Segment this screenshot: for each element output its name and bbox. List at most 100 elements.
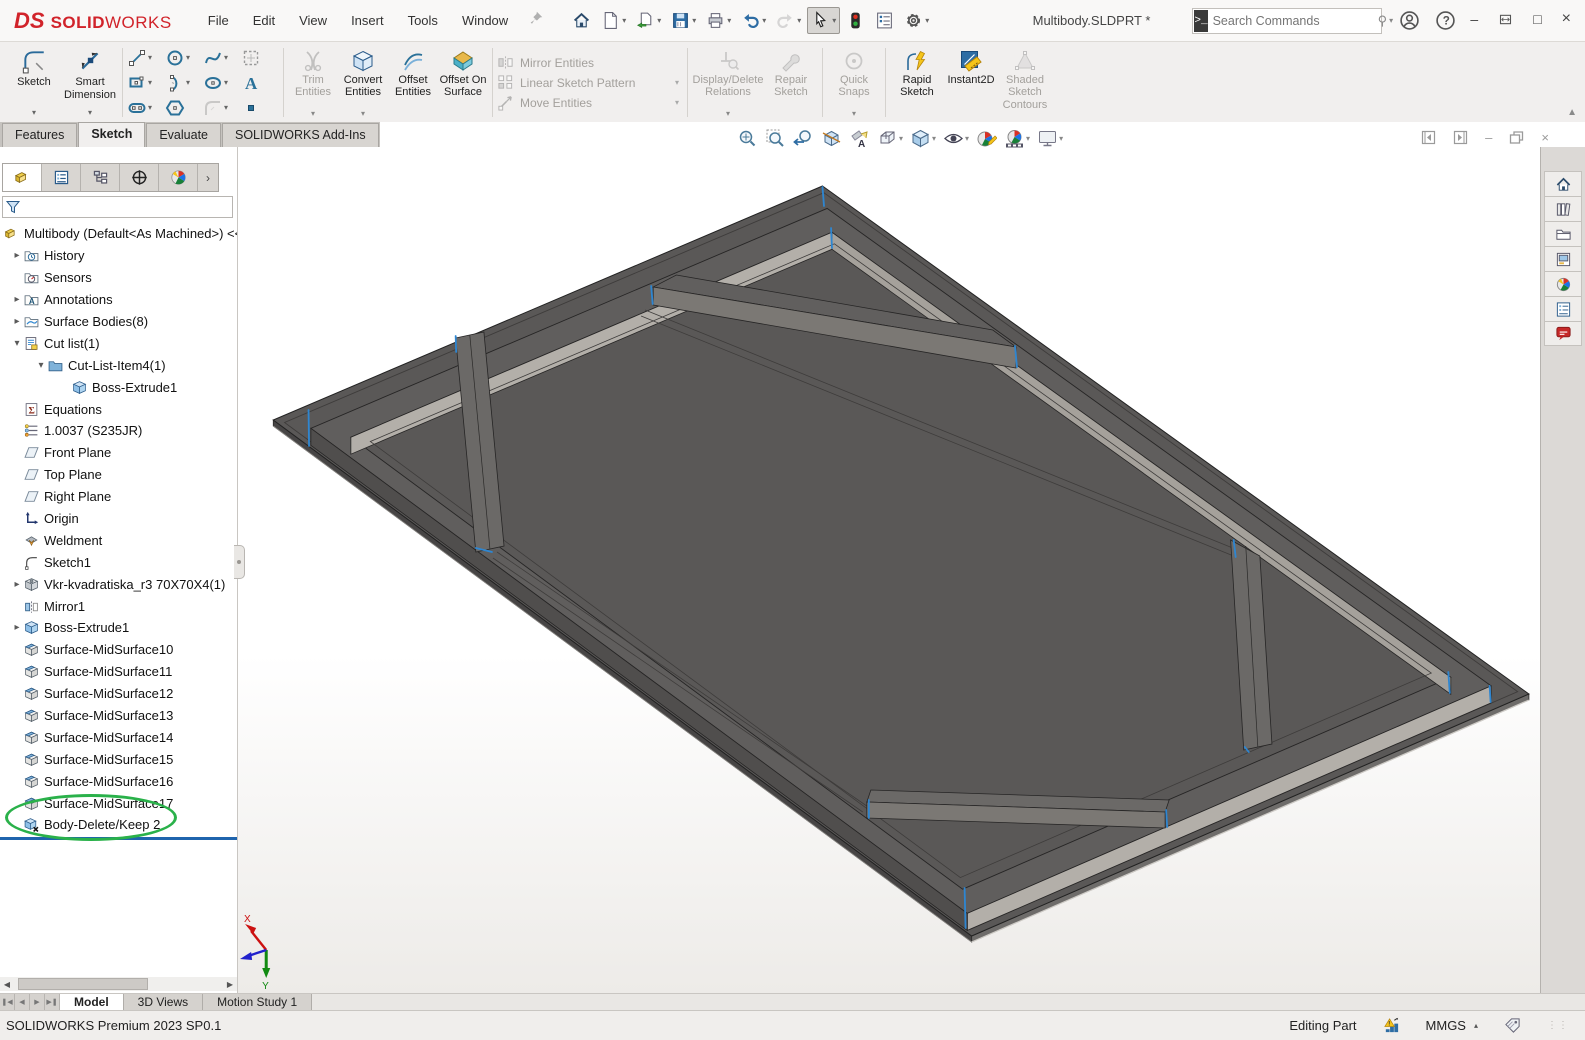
nav-last-button[interactable]: ▶❚ bbox=[45, 994, 60, 1010]
tree-item-cut-list-1-[interactable]: ▾Cut list(1) bbox=[0, 332, 237, 354]
file-properties-button[interactable] bbox=[871, 7, 898, 34]
tree-expand-arrow[interactable]: ▾ bbox=[10, 338, 24, 349]
tree-item-top-plane[interactable]: Top Plane bbox=[0, 464, 237, 486]
menu-file[interactable]: File bbox=[198, 9, 239, 32]
tree-item-surface-midsurface14[interactable]: Surface-MidSurface14 bbox=[0, 726, 237, 748]
fm-tab-configurationmanager[interactable] bbox=[81, 164, 120, 191]
tree-item-surface-midsurface11[interactable]: Surface-MidSurface11 bbox=[0, 661, 237, 683]
tree-item-surface-midsurface10[interactable]: Surface-MidSurface10 bbox=[0, 639, 237, 661]
tab-sketch[interactable]: Sketch bbox=[78, 122, 145, 147]
tree-item-right-plane[interactable]: Right Plane bbox=[0, 486, 237, 508]
fm-tab-dimxpertmanager[interactable] bbox=[120, 164, 159, 191]
doc-minimize-button[interactable]: – bbox=[1485, 130, 1492, 145]
tree-item-multibody-default-as-machined-d[interactable]: Multibody (Default<As Machined>) <<D bbox=[0, 223, 237, 245]
dock-button[interactable] bbox=[1498, 12, 1513, 29]
tree-item-front-plane[interactable]: Front Plane bbox=[0, 442, 237, 464]
unit-system-selector[interactable]: MMGS ▴ bbox=[1426, 1018, 1478, 1033]
ellipse-button[interactable]: ▾ bbox=[203, 70, 241, 95]
straight-slot-dropdown-icon[interactable]: ▾ bbox=[148, 103, 152, 112]
select-dropdown-icon[interactable]: ▾ bbox=[832, 16, 836, 25]
new-dropdown-icon[interactable]: ▾ bbox=[622, 16, 626, 25]
ellipse-dropdown-icon[interactable]: ▾ bbox=[224, 78, 228, 87]
save-button[interactable]: ▾ bbox=[667, 7, 700, 34]
scroll-thumb[interactable] bbox=[18, 978, 148, 990]
solidworks-forum-button[interactable] bbox=[1544, 321, 1582, 346]
open-button[interactable]: ▾ bbox=[632, 7, 665, 34]
tree-item-1-0037-s235jr-[interactable]: 1.0037 (S235JR) bbox=[0, 420, 237, 442]
tree-item-history[interactable]: ▸History bbox=[0, 245, 237, 267]
zoom-to-fit-button[interactable] bbox=[735, 126, 760, 151]
new-button[interactable]: ▾ bbox=[597, 7, 630, 34]
scroll-track[interactable] bbox=[14, 977, 223, 991]
minimize-button[interactable]: – bbox=[1470, 12, 1478, 29]
fm-tab-featuremanager-design-tree[interactable] bbox=[3, 164, 42, 191]
line-dropdown-icon[interactable]: ▾ bbox=[148, 53, 152, 62]
ribbon-collapse-chevron[interactable]: ▲ bbox=[1567, 107, 1577, 118]
tags-icon[interactable] bbox=[1504, 1017, 1521, 1034]
tree-item-boss-extrude1[interactable]: Boss-Extrude1 bbox=[0, 376, 237, 398]
model-3d-frame[interactable]: X Y Z bbox=[238, 147, 1540, 993]
tree-item-surface-midsurface15[interactable]: Surface-MidSurface15 bbox=[0, 748, 237, 770]
close-button[interactable]: × bbox=[1562, 12, 1571, 29]
fm-tabs-expand-arrow[interactable]: › bbox=[198, 164, 218, 191]
maximize-button[interactable]: □ bbox=[1533, 12, 1541, 29]
display-style-button[interactable]: ▾ bbox=[908, 126, 938, 151]
user-account-button[interactable] bbox=[1398, 10, 1420, 32]
tree-item-weldment[interactable]: Weldment bbox=[0, 529, 237, 551]
section-view-button[interactable] bbox=[819, 126, 844, 151]
convert-entities-button[interactable]: Convert Entities▾ bbox=[338, 45, 388, 120]
tree-item-sensors[interactable]: Sensors bbox=[0, 267, 237, 289]
options-button[interactable]: ▾ bbox=[900, 7, 933, 34]
tree-filter[interactable] bbox=[2, 196, 233, 218]
redo-button[interactable]: ▾ bbox=[772, 7, 805, 34]
rebuild-warning-icon[interactable] bbox=[1383, 1017, 1400, 1034]
home-button[interactable] bbox=[1544, 171, 1582, 196]
line-button[interactable]: ▾ bbox=[127, 45, 165, 70]
appearances-scenes-button[interactable] bbox=[1544, 271, 1582, 296]
bottom-tab-motion-study-1[interactable]: Motion Study 1 bbox=[203, 994, 312, 1010]
zoom-to-area-button[interactable] bbox=[763, 126, 788, 151]
menu-insert[interactable]: Insert bbox=[341, 9, 394, 32]
home-button[interactable] bbox=[568, 7, 595, 34]
tree-item-boss-extrude1[interactable]: ▸Boss-Extrude1 bbox=[0, 617, 237, 639]
tree-item-origin[interactable]: Origin bbox=[0, 508, 237, 530]
polygon-button[interactable] bbox=[165, 95, 203, 120]
scroll-left-arrow[interactable]: ◀ bbox=[0, 980, 14, 989]
select-button[interactable]: ▾ bbox=[807, 7, 840, 34]
view-settings-button[interactable]: ▾ bbox=[1035, 126, 1065, 151]
tree-expand-arrow[interactable]: ▸ bbox=[10, 622, 24, 633]
view-settings-dropdown-icon[interactable]: ▾ bbox=[1059, 134, 1063, 143]
hide-show-items-button[interactable]: ▾ bbox=[941, 126, 971, 151]
print-button[interactable]: ▾ bbox=[702, 7, 735, 34]
tree-expand-arrow[interactable]: ▾ bbox=[34, 360, 48, 371]
bottom-tab-3d-views[interactable]: 3D Views bbox=[124, 994, 203, 1010]
offset-on-surface-button[interactable]: Offset On Surface bbox=[438, 45, 488, 120]
tab-features[interactable]: Features bbox=[2, 123, 77, 147]
nav-next-button[interactable]: ▶ bbox=[30, 994, 45, 1010]
tab-evaluate[interactable]: Evaluate bbox=[146, 123, 221, 147]
offset-entities-button[interactable]: Offset Entities bbox=[388, 45, 438, 120]
rapid-sketch-button[interactable]: Rapid Sketch bbox=[890, 45, 944, 120]
doc-close-button[interactable]: × bbox=[1541, 130, 1549, 145]
sketch-text-button[interactable] bbox=[241, 70, 279, 95]
dropdown-icon[interactable]: ▾ bbox=[32, 108, 36, 117]
tree-item-equations[interactable]: Equations bbox=[0, 398, 237, 420]
print-dropdown-icon[interactable]: ▾ bbox=[727, 16, 731, 25]
view-palette-button[interactable] bbox=[1544, 246, 1582, 271]
options-dropdown-icon[interactable]: ▾ bbox=[925, 16, 929, 25]
search-input[interactable] bbox=[1209, 14, 1378, 28]
file-explorer-button[interactable] bbox=[1544, 221, 1582, 246]
menu-view[interactable]: View bbox=[289, 9, 337, 32]
view-orientation-dropdown-icon[interactable]: ▾ bbox=[899, 134, 903, 143]
circle-dropdown-icon[interactable]: ▾ bbox=[186, 53, 190, 62]
tree-expand-arrow[interactable]: ▸ bbox=[10, 316, 24, 327]
graphics-viewport[interactable]: X Y Z bbox=[238, 147, 1540, 993]
tree-expand-arrow[interactable]: ▸ bbox=[10, 250, 24, 261]
nav-previous-button[interactable]: ◀ bbox=[15, 994, 30, 1010]
search-dropdown-icon[interactable]: ▾ bbox=[1389, 16, 1393, 25]
circle-button[interactable]: ▾ bbox=[165, 45, 203, 70]
tree-item-vkr-kvadratiska-r3-70x70x4-1-[interactable]: ▸Vkr-kvadratiska_r3 70X70X4(1) bbox=[0, 573, 237, 595]
dynamic-annotation-views-button[interactable] bbox=[847, 126, 872, 151]
centerpoint-arc-button[interactable]: ▾ bbox=[165, 70, 203, 95]
dropdown-icon[interactable]: ▾ bbox=[311, 109, 315, 118]
